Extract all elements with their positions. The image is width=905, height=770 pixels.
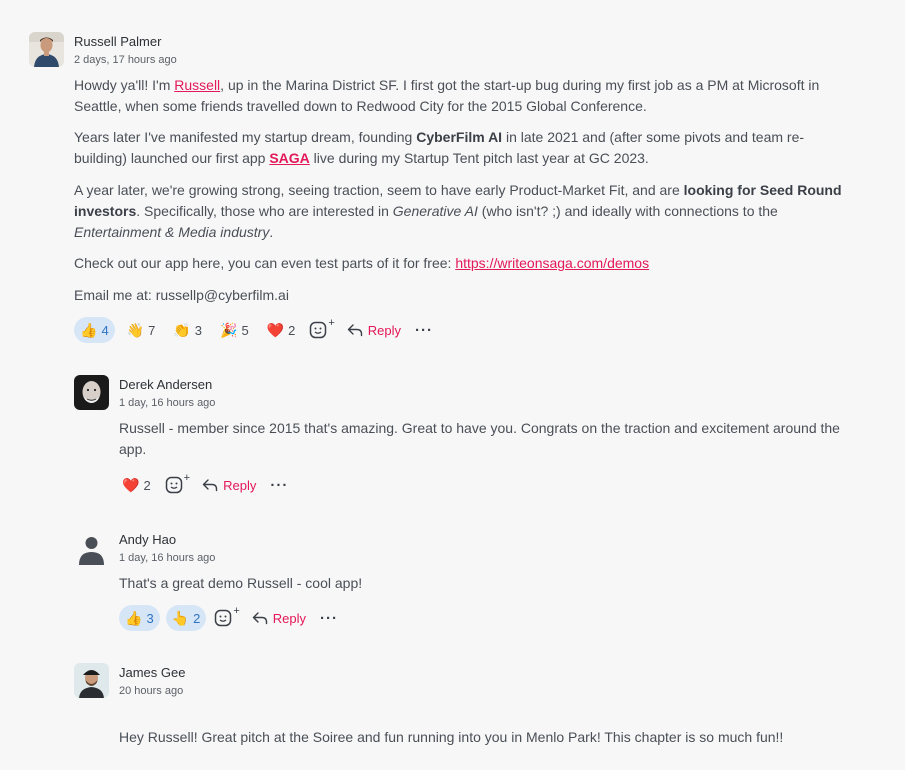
post-timestamp: 2 days, 17 hours ago xyxy=(74,54,177,66)
comment-text: That's a great demo Russell - cool app! xyxy=(119,575,363,591)
reply-button[interactable]: Reply xyxy=(252,611,306,626)
reply-button[interactable]: Reply xyxy=(202,478,256,493)
reaction-party[interactable]: 🎉 5 xyxy=(214,317,255,343)
text: (who isn't? ;) and ideally with connecti… xyxy=(477,203,778,219)
add-reaction-icon xyxy=(165,476,182,494)
party-popper-icon: 🎉 xyxy=(220,322,238,338)
plus-icon: + xyxy=(328,317,335,329)
reaction-count: 3 xyxy=(194,322,203,338)
comment-text: Russell - member since 2015 that's amazi… xyxy=(119,418,889,460)
reply-label: Reply xyxy=(367,322,402,338)
reaction-thumbs-up[interactable]: 👍 4 xyxy=(74,317,115,343)
comment-timestamp: 20 hours ago xyxy=(119,685,184,697)
text: Seattle, when some friends travelled dow… xyxy=(74,98,647,114)
text: Russell - member since 2015 that's amazi… xyxy=(119,420,840,436)
text: Years later I've manifested my startup d… xyxy=(74,129,417,145)
comment-timestamp: 1 day, 16 hours ago xyxy=(119,397,216,409)
reaction-count: 7 xyxy=(148,322,156,338)
text: app. xyxy=(119,441,147,457)
default-user-icon[interactable] xyxy=(74,532,109,567)
add-reaction-button[interactable]: + xyxy=(214,605,240,627)
emphasis: Generative AI xyxy=(392,203,478,219)
reaction-bar: ❤️ 2 + Reply ··· xyxy=(119,472,288,498)
author-name[interactable]: Russell Palmer xyxy=(74,34,161,49)
reply-label: Reply xyxy=(223,477,257,493)
add-reaction-button[interactable]: + xyxy=(309,317,335,339)
reaction-bar: 👍 3 👆 2 + Reply ··· xyxy=(119,605,338,631)
heart-icon: ❤️ xyxy=(122,477,140,493)
heart-icon: ❤️ xyxy=(266,322,285,338)
text: building) launched our first app xyxy=(74,150,270,166)
text: A year later, we're growing strong, seei… xyxy=(74,182,684,198)
reply-label: Reply xyxy=(272,610,307,626)
reaction-count: 2 xyxy=(143,477,151,493)
reaction-bar: 👍 4 👋 7 👏 3 🎉 5 ❤️ 2 + Reply ··· xyxy=(74,317,433,343)
add-reaction-icon xyxy=(310,321,327,339)
reaction-wave[interactable]: 👋 7 xyxy=(121,317,162,343)
text: . Specifically, those who are interested… xyxy=(136,203,393,219)
text: . xyxy=(269,224,274,240)
avatar-james-gee[interactable] xyxy=(74,663,109,698)
reaction-count: 5 xyxy=(241,322,249,338)
reaction-count: 3 xyxy=(146,610,154,626)
avatar-derek-andersen[interactable] xyxy=(74,375,109,410)
text: live during my Startup Tent pitch last y… xyxy=(309,150,649,166)
reaction-heart[interactable]: ❤️ 2 xyxy=(119,472,157,498)
emphasis: looking for Seed Round xyxy=(683,182,842,198)
reaction-point-up[interactable]: 👆 2 xyxy=(165,605,207,631)
emphasis: Entertainment & Media industry xyxy=(74,224,270,240)
post-paragraph-2: Years later I've manifested my startup d… xyxy=(74,127,894,169)
more-options-icon[interactable]: ··· xyxy=(270,477,288,494)
company-name: CyberFilm AI xyxy=(416,129,503,145)
avatar-russell-palmer[interactable] xyxy=(29,32,64,67)
reaction-thumbs-up[interactable]: 👍 3 xyxy=(119,605,160,631)
reaction-count: 4 xyxy=(101,322,109,338)
author-name[interactable]: Andy Hao xyxy=(119,532,176,547)
author-name[interactable]: James Gee xyxy=(119,665,185,680)
reaction-heart[interactable]: ❤️ 2 xyxy=(261,317,302,343)
demo-link[interactable]: https://writeonsaga.com/demos xyxy=(455,255,649,271)
post-paragraph-1: Howdy ya'll! I'm Russell, up in the Mari… xyxy=(74,75,894,117)
plus-icon: + xyxy=(233,605,240,617)
text: Howdy ya'll! I'm xyxy=(74,77,175,93)
post-paragraph-4: Check out our app here, you can even tes… xyxy=(74,253,894,274)
comment-timestamp: 1 day, 16 hours ago xyxy=(119,552,216,564)
more-options-icon[interactable]: ··· xyxy=(415,322,433,339)
add-reaction-icon xyxy=(215,609,232,627)
wave-icon: 👋 xyxy=(126,322,145,338)
saga-link[interactable]: SAGA xyxy=(269,150,309,166)
emphasis: investors xyxy=(74,203,137,219)
reply-arrow-icon xyxy=(347,324,362,337)
comment-text: Hey Russell! Great pitch at the Soiree a… xyxy=(119,729,784,745)
point-up-icon: 👆 xyxy=(171,610,190,626)
reaction-count: 2 xyxy=(288,322,296,338)
reaction-clap[interactable]: 👏 3 xyxy=(167,317,208,343)
text: in late 2021 and (after some pivots and … xyxy=(502,129,805,145)
add-reaction-button[interactable]: + xyxy=(165,472,190,494)
reaction-count: 2 xyxy=(193,610,201,626)
clap-icon: 👏 xyxy=(173,322,191,338)
more-options-icon[interactable]: ··· xyxy=(320,610,338,627)
reply-arrow-icon xyxy=(202,479,218,492)
text: , up in the Marina District SF. I first … xyxy=(220,77,820,93)
post-paragraph-5: Email me at: russellp@cyberfilm.ai xyxy=(74,287,289,303)
thumbs-up-icon: 👍 xyxy=(80,322,98,338)
text: Check out our app here, you can even tes… xyxy=(74,255,456,271)
author-name[interactable]: Derek Andersen xyxy=(119,377,212,392)
post-paragraph-3: A year later, we're growing strong, seei… xyxy=(74,180,894,243)
thumbs-up-icon: 👍 xyxy=(125,610,143,626)
reply-arrow-icon xyxy=(252,612,267,625)
reply-button[interactable]: Reply xyxy=(347,323,401,338)
plus-icon: + xyxy=(183,472,191,484)
user-mention-link[interactable]: Russell xyxy=(174,77,220,93)
